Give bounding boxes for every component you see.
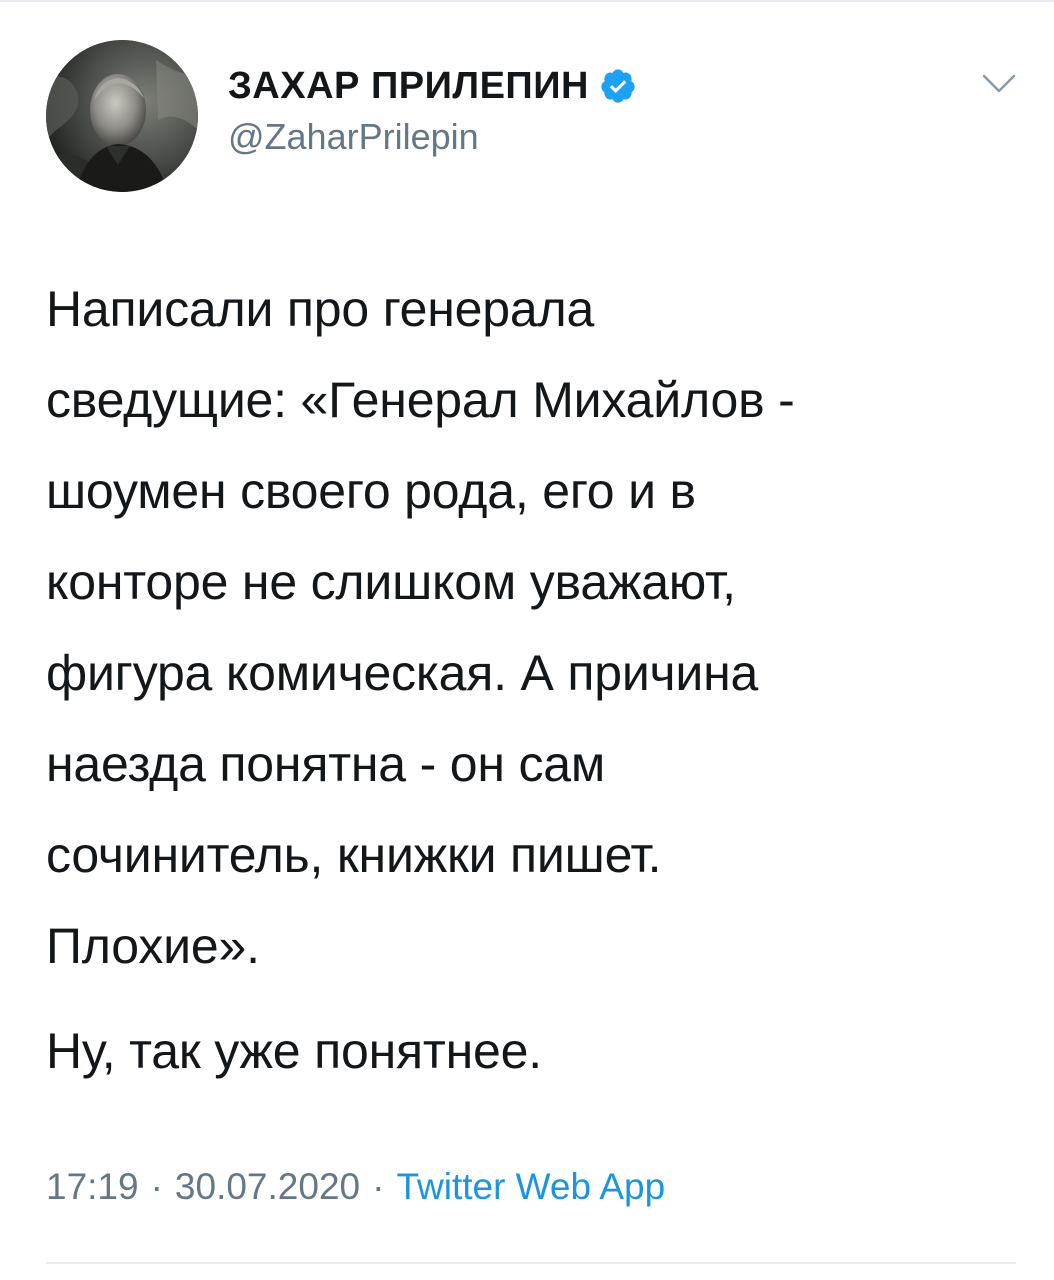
tweet: ЗАХАР ПРИЛЕПИН @ZaharPrilepin Написали п…	[0, 0, 1054, 1280]
verified-badge-icon	[599, 67, 637, 105]
bottom-divider	[46, 1262, 1016, 1264]
tweet-header: ЗАХАР ПРИЛЕПИН @ZaharPrilepin	[228, 62, 637, 158]
chevron-down-icon[interactable]	[982, 72, 1016, 96]
author-avatar[interactable]	[46, 40, 198, 192]
meta-separator: ·	[372, 1166, 385, 1207]
author-handle[interactable]: @ZaharPrilepin	[228, 116, 637, 158]
tweet-text-paragraph-1: Написали про генерала сведущие: «Генерал…	[46, 281, 795, 974]
tweet-time[interactable]: 17:19	[46, 1166, 139, 1208]
tweet-metadata: 17:19 · 30.07.2020 · Twitter Web App	[46, 1166, 665, 1208]
tweet-text-paragraph-2: Ну, так уже понятнее.	[46, 1023, 542, 1079]
name-row: ЗАХАР ПРИЛЕПИН	[228, 62, 637, 110]
tweet-text: Написали про генерала сведущие: «Генерал…	[46, 264, 1016, 1097]
avatar-photo	[46, 40, 198, 192]
tweet-date[interactable]: 30.07.2020	[175, 1166, 360, 1208]
author-name[interactable]: ЗАХАР ПРИЛЕПИН	[228, 65, 589, 108]
tweet-source-link[interactable]: Twitter Web App	[396, 1166, 665, 1208]
meta-separator: ·	[150, 1166, 163, 1207]
